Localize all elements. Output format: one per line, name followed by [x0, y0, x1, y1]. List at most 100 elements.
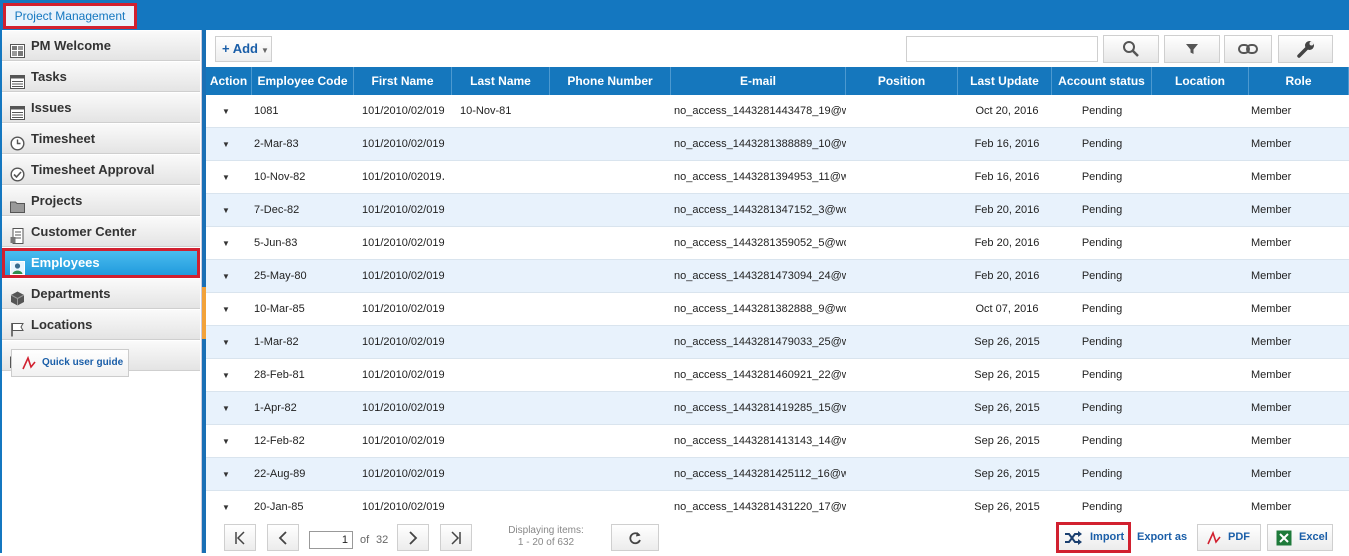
account-status-cell: Pending — [1081, 369, 1123, 381]
search-input[interactable] — [906, 36, 1098, 62]
row-action-dropdown[interactable]: ▼ — [222, 326, 236, 359]
column-header-position[interactable]: Position — [846, 67, 958, 95]
sidebar-item-issues[interactable]: Issues — [2, 93, 200, 123]
sidebar-item-label: PM Welcome — [31, 38, 111, 53]
cube-icon — [10, 287, 25, 306]
column-header-action[interactable]: Action — [206, 67, 252, 95]
sidebar-item-pm-welcome[interactable]: PM Welcome — [2, 31, 200, 61]
employee-code-cell: 7-Dec-82 — [254, 204, 300, 216]
column-header-last-name[interactable]: Last Name — [452, 67, 550, 95]
export-excel-button[interactable]: Excel — [1267, 524, 1333, 551]
sidebar-item-timesheet-approval[interactable]: Timesheet Approval — [2, 155, 200, 185]
column-header-phone-number[interactable]: Phone Number — [550, 67, 671, 95]
pager: 1 of 32 Displaying items: 1 - 20 of 632 … — [206, 518, 1349, 553]
row-action-dropdown[interactable]: ▼ — [222, 392, 236, 425]
email-cell: no_access_1443281479033_25@w — [674, 336, 846, 348]
table-row[interactable]: ▼ 28-Feb-81 101/2010/02/019 no_access_14432… — [206, 359, 1349, 392]
account-status-cell: Pending — [1081, 138, 1123, 150]
first-page-button[interactable] — [224, 524, 256, 551]
table-row[interactable]: ▼ 12-Feb-82 101/2010/02/019 no_access_14432… — [206, 425, 1349, 458]
grid-header: Action Employee Code First Name Last Name Ph… — [206, 67, 1349, 95]
settings-button[interactable] — [1278, 35, 1333, 63]
row-action-dropdown[interactable]: ▼ — [222, 458, 236, 491]
table-row[interactable]: ▼ 1-Apr-82 101/2010/02/019 no_access_144328… — [206, 392, 1349, 425]
role-cell: Member — [1251, 303, 1292, 315]
add-button[interactable]: + Add ▼ — [215, 36, 272, 62]
sidebar-item-label: Issues — [31, 100, 72, 115]
row-action-dropdown[interactable]: ▼ — [222, 227, 236, 260]
row-action-dropdown[interactable]: ▼ — [222, 128, 236, 161]
table-row[interactable]: ▼ 1-Mar-82 101/2010/02/019 no_access_144328… — [206, 326, 1349, 359]
sidebar-item-employees[interactable]: Employees — [2, 248, 200, 278]
last-page-button[interactable] — [440, 524, 472, 551]
column-header-account-status[interactable]: Account status — [1052, 67, 1152, 95]
refresh-button[interactable] — [611, 524, 659, 551]
last-name-cell — [460, 359, 550, 392]
table-row[interactable]: ▼ 22-Aug-89 101/2010/02/019 no_access_14432… — [206, 458, 1349, 491]
row-action-dropdown[interactable]: ▼ — [222, 194, 236, 227]
sidebar-item-label: Timesheet Approval — [31, 162, 155, 177]
account-status-cell: Pending — [1081, 171, 1123, 183]
table-row[interactable]: ▼ 5-Jun-83 101/2010/02/019 no_access_144328… — [206, 227, 1349, 260]
column-header-location[interactable]: Location — [1152, 67, 1249, 95]
table-row[interactable]: ▼ 25-May-80 101/2010/02/019 no_access_14432… — [206, 260, 1349, 293]
quick-user-guide-button[interactable]: Quick user guide — [11, 349, 129, 377]
table-row[interactable]: ▼ 10-Nov-82 101/2010/02019․ no_access_14432… — [206, 161, 1349, 194]
tab-project-management[interactable]: Project Management — [3, 3, 137, 29]
first-name-cell: 101/2010/02/019 — [362, 501, 445, 513]
account-status-cell: Pending — [1081, 435, 1123, 447]
sidebar-item-customer-center[interactable]: Customer Center — [2, 217, 200, 247]
row-action-dropdown[interactable]: ▼ — [222, 260, 236, 293]
table-row[interactable]: ▼ 20-Jan-85 101/2010/02/019 no_access_14432… — [206, 491, 1349, 518]
email-cell: no_access_1443281394953_11@w — [674, 171, 846, 183]
last-name-cell — [460, 425, 550, 458]
pdf-icon — [1206, 530, 1222, 556]
dashboard-icon — [10, 39, 25, 58]
employee-code-cell: 5-Jun-83 — [254, 237, 298, 249]
last-name-cell — [460, 293, 550, 326]
row-action-dropdown[interactable]: ▼ — [222, 425, 236, 458]
sidebar-item-timesheet[interactable]: Timesheet — [2, 124, 200, 154]
sidebar-item-label: Tasks — [31, 69, 67, 84]
table-row[interactable]: ▼ 10-Mar-85 101/2010/02/019 no_access_14432… — [206, 293, 1349, 326]
flag-icon — [10, 318, 25, 337]
employee-code-cell: 1081 — [254, 105, 279, 117]
sidebar-item-projects[interactable]: Projects — [2, 186, 200, 216]
filter-button[interactable] — [1164, 35, 1220, 63]
sidebar-item-label: Employees — [31, 255, 100, 270]
export-pdf-button[interactable]: PDF — [1197, 524, 1261, 551]
row-action-dropdown[interactable]: ▼ — [222, 359, 236, 392]
sidebar-item-label: Projects — [31, 193, 83, 208]
first-name-cell: 101/2010/02/019 — [362, 237, 445, 249]
sidebar-item-tasks[interactable]: Tasks — [2, 62, 200, 92]
next-page-button[interactable] — [397, 524, 429, 551]
account-status-cell: Pending — [1081, 105, 1123, 117]
last-update-cell: Oct 20, 2016 — [975, 105, 1039, 117]
table-row[interactable]: ▼ 2-Mar-83 101/2010/02/019 no_access_144328… — [206, 128, 1349, 161]
sidebar-item-departments[interactable]: Departments — [2, 279, 200, 309]
add-button-label: + Add — [222, 41, 258, 56]
column-header-last-update[interactable]: Last Update — [958, 67, 1052, 95]
table-row[interactable]: ▼ 1081 101/2010/02/019 10-Nov-81 no_access_1… — [206, 95, 1349, 128]
email-cell: no_access_1443281425112_16@w — [674, 468, 846, 480]
import-button[interactable]: Import — [1056, 522, 1131, 553]
column-header-first-name[interactable]: First Name — [354, 67, 452, 95]
column-header-employee-code[interactable]: Employee Code — [252, 67, 354, 95]
email-cell: no_access_1443281347152_3@wo — [674, 204, 846, 216]
row-action-dropdown[interactable]: ▼ — [222, 491, 236, 518]
search-button[interactable] — [1103, 35, 1159, 63]
page-number-input[interactable]: 1 — [309, 531, 353, 549]
column-header-e-mail[interactable]: E-mail — [671, 67, 846, 95]
row-action-dropdown[interactable]: ▼ — [222, 95, 236, 128]
first-name-cell: 101/2010/02/019 — [362, 138, 445, 150]
table-row[interactable]: ▼ 7-Dec-82 101/2010/02/019 no_access_144328… — [206, 194, 1349, 227]
column-header-role[interactable]: Role — [1249, 67, 1349, 95]
row-action-dropdown[interactable]: ▼ — [222, 161, 236, 194]
sidebar-item-locations[interactable]: Locations — [2, 310, 200, 340]
last-name-cell — [460, 458, 550, 491]
row-action-dropdown[interactable]: ▼ — [222, 293, 236, 326]
prev-page-button[interactable] — [267, 524, 299, 551]
list-icon — [10, 70, 25, 89]
link-button[interactable] — [1224, 35, 1272, 63]
top-bar: Project Management — [0, 0, 1349, 30]
